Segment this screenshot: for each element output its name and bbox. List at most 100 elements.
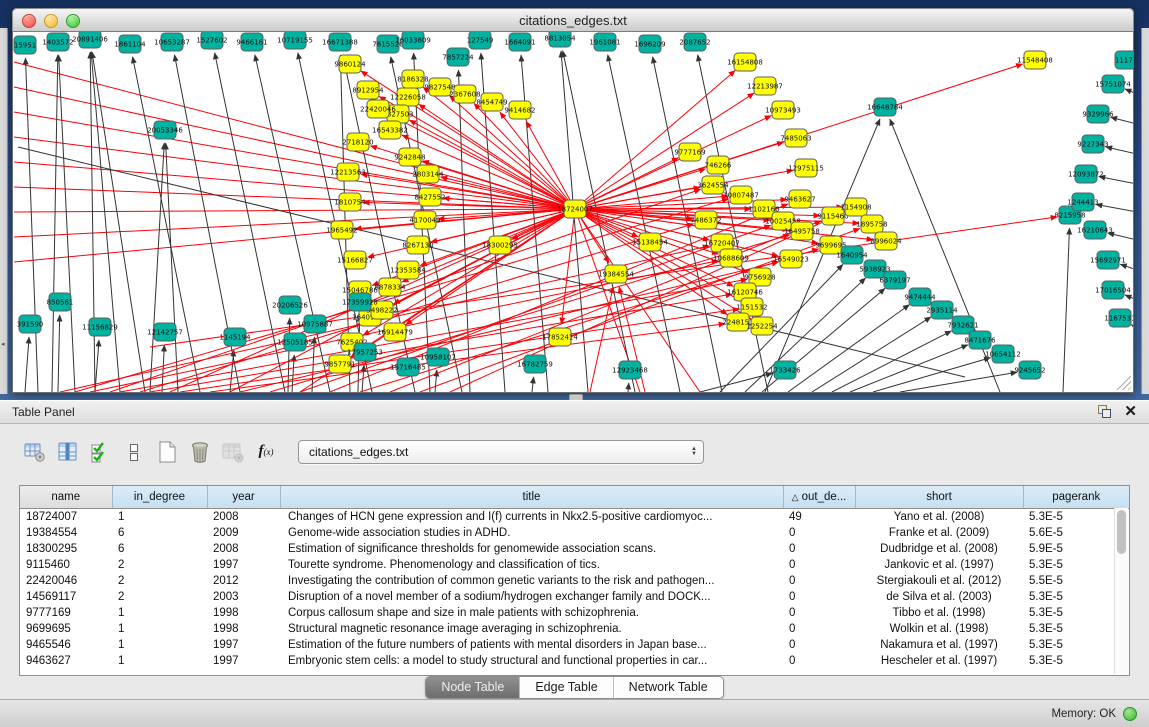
close-button[interactable] [22,14,36,28]
graph-node[interactable]: 15166827 [337,251,373,269]
table-row[interactable]: 2242004622012Investigating the contribut… [20,573,1129,589]
graph-node[interactable]: 8427552 [414,188,445,206]
graph-node[interactable]: 8454749 [476,93,507,111]
graph-node[interactable]: 16549023 [773,250,809,268]
zoom-button[interactable] [66,14,80,28]
graph-node[interactable]: 8912954 [352,81,384,99]
graph-node[interactable]: 1244413 [1067,193,1098,211]
graph-node[interactable]: 1145194 [219,328,251,346]
graph-node[interactable]: 10653287 [154,33,190,51]
graph-node[interactable]: 19384554 [598,265,634,283]
graph-node[interactable]: 9857791 [324,355,355,373]
graph-node[interactable]: 16671388 [322,33,358,51]
graph-node[interactable]: 9860124 [334,55,366,73]
graph-node[interactable]: 12213987 [747,77,783,95]
graph-node[interactable]: 1810754 [334,193,366,211]
graph-node[interactable]: 7857224 [442,48,474,66]
tab-node-table[interactable]: Node Table [426,677,519,698]
table-row[interactable]: 977716911998Corpus callosum shape and si… [20,605,1129,621]
show-column-icon[interactable] [53,438,83,465]
column-header-pagerank[interactable]: pagerank [1023,486,1129,509]
table-scrollbar[interactable] [1114,508,1128,674]
graph-node[interactable]: 1965492 [326,221,357,239]
graph-node[interactable]: 127549 [467,32,494,49]
column-header-name[interactable]: name [20,486,112,509]
table-row[interactable]: 1938455462009Genome-wide association stu… [20,525,1129,541]
graph-node[interactable]: 15692971 [1090,251,1126,269]
tab-edge-table[interactable]: Edge Table [519,677,612,698]
graph-node[interactable]: 10719155 [277,32,313,49]
graph-node[interactable]: 9463627 [784,190,815,208]
table-settings-icon[interactable] [20,438,50,465]
panel-expand-icon[interactable]: ◂ [1,340,5,348]
graph-node[interactable]: 16648784 [867,98,903,116]
column-header-year[interactable]: year [207,486,280,509]
graph-node[interactable]: 16210643 [1077,221,1113,239]
graph-node[interactable]: 1640954 [836,246,868,264]
column-header-out_de[interactable]: △out_de... [783,486,855,509]
graph-node[interactable]: 17016504 [1095,281,1131,299]
delete-table-icon[interactable] [185,438,215,465]
minimize-button[interactable] [44,14,58,28]
row-options-icon[interactable] [119,438,149,465]
table-row[interactable]: 946362711997Embryonic stem cells: a mode… [20,653,1129,669]
graph-node[interactable]: 9466161 [236,33,267,51]
graph-node[interactable]: 12093872 [1068,165,1104,183]
graph-node[interactable]: 15951 [14,36,36,54]
table-row[interactable]: 1872400712008Changes of HCN gene express… [20,509,1129,526]
graph-node[interactable]: 1403572 [42,33,73,51]
graph-node[interactable]: 12226058 [390,88,426,106]
graph-node[interactable]: 9777169 [674,143,705,161]
graph-node[interactable]: 1154908 [840,198,871,216]
memory-status-icon[interactable] [1123,707,1137,721]
graph-node[interactable]: 9227343 [1077,135,1108,153]
graph-node[interactable]: 9414682 [504,101,535,119]
graph-node[interactable]: 746266 [705,156,732,174]
graph-node[interactable]: 8813054 [544,32,576,47]
graph-node[interactable]: 11548408 [1017,51,1053,69]
table-row[interactable]: 1830029562008Estimation of significance … [20,541,1129,557]
graph-node[interactable]: 2087652 [679,33,710,51]
graph-node[interactable]: 11156829 [82,318,118,336]
graph-node[interactable]: 16154808 [727,53,763,71]
select-rows-icon[interactable] [86,438,116,465]
graph-node[interactable]: 11172 [1115,51,1133,69]
graph-node[interactable]: 391590 [17,315,44,333]
network-canvas[interactable]: 1872400715951140357220891406186110410653… [12,32,1134,393]
tab-network-table[interactable]: Network Table [613,677,723,698]
column-header-short[interactable]: short [855,486,1023,509]
graph-node[interactable]: 2803144 [412,165,444,183]
graph-node[interactable]: 8878334 [374,278,406,296]
table-row[interactable]: 911546021997Tourette syndrome. Phenomeno… [20,557,1129,573]
graph-node[interactable]: 1961081 [589,33,620,51]
graph-node[interactable]: 7486372 [690,211,721,229]
graph-node[interactable]: 9245652 [1014,361,1045,379]
graph-node[interactable]: 8996024 [870,232,902,250]
table-row[interactable]: 1456911722003Disruption of a novel membe… [20,589,1129,605]
graph-node[interactable]: 1527602 [196,32,227,49]
graph-node[interactable]: 1696209 [634,35,665,53]
results-panel-collapsed-strip[interactable] [1141,28,1149,394]
column-header-in_degree[interactable]: in_degree [112,486,207,509]
graph-node[interactable]: 2935114 [926,301,958,319]
graph-node[interactable]: 850561 [47,293,74,311]
table-row[interactable]: 969969511998Structural magnetic resonanc… [20,621,1129,637]
graph-node[interactable]: 15751074 [1095,75,1131,93]
graph-node[interactable]: 16543382 [372,121,408,139]
graph-node[interactable]: 17852414 [542,328,578,346]
graph-node[interactable]: 12923468 [612,361,648,379]
control-panel-collapsed-strip[interactable]: ◂ [0,28,8,394]
table-source-dropdown[interactable]: citations_edges.txt ▲▼ [298,440,704,464]
graph-node[interactable]: 20206526 [272,296,308,314]
window-titlebar[interactable]: citations_edges.txt [12,8,1134,32]
graph-node[interactable]: 2718120 [342,133,373,151]
float-panel-icon[interactable] [1096,404,1112,420]
close-panel-icon[interactable]: ✕ [1124,405,1137,419]
graph-node[interactable]: 1167531 [1104,309,1133,327]
graph-node[interactable]: 9329966 [1082,105,1114,123]
scrollbar-thumb[interactable] [1117,510,1126,554]
function-builder-icon[interactable]: f(x) [251,438,281,465]
graph-node[interactable]: 7485063 [780,129,811,147]
graph-node[interactable]: 4170049 [409,211,440,229]
graph-node[interactable]: 20891406 [72,32,108,48]
